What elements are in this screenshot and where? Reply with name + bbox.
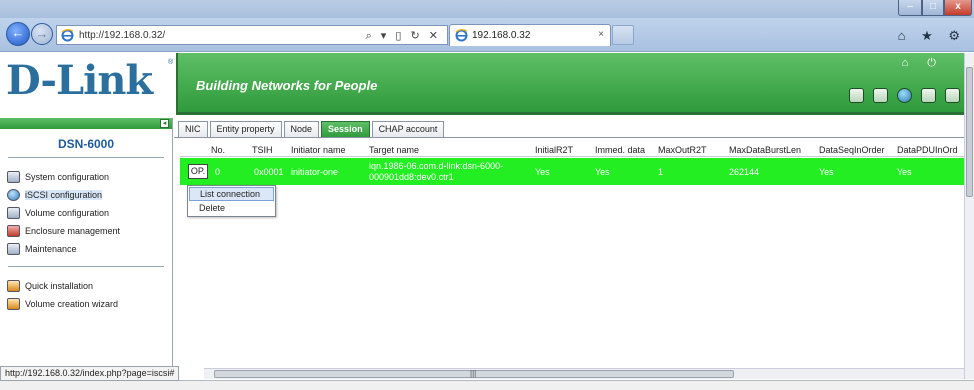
dlink-logo: D-Link [6,57,153,104]
cell-target-line1: iqn.1986-06.com.d-link:dsn-6000- [369,161,504,171]
column-header: DataSeqInOrder [819,145,885,155]
header-toolbar [849,88,960,103]
close-window-button[interactable]: x [944,0,972,16]
cell-max-data-burst-len: 262144 [729,167,760,177]
column-header: MaxOutR2T [658,145,707,155]
collapse-sidebar-icon[interactable]: ◂ [160,119,169,128]
minimize-button[interactable]: – [898,0,922,16]
home-logout-icons[interactable]: ⌂ ⏻ [902,57,944,70]
tab-underline [174,137,964,138]
scroll-grip-icon: ||| [470,369,477,378]
cell-initial-r2t: Yes [535,167,550,177]
cell-tsih: 0x0001 [254,167,284,177]
horizontal-scroll-thumb[interactable]: ||| [214,369,734,378]
tab-bar: NIC Entity property Node Session CHAP ac… [178,121,445,137]
op-button[interactable]: OP. [188,164,208,179]
tab-close-icon[interactable]: × [598,29,604,40]
ie-logo-icon [455,29,468,42]
session-table: No. TSIH Initiator name Target name Init… [180,142,964,185]
cell-max-out-r2t: 1 [658,167,664,177]
sidebar-item-maintenance[interactable]: Maintenance [0,240,172,258]
main-content: NIC Entity property Node Session CHAP ac… [174,118,964,380]
column-header: Target name [369,145,420,155]
op-dropdown-menu: List connection Delete [187,185,276,217]
storage-icon[interactable] [849,88,864,103]
cell-data-seq-in-order: Yes [819,167,834,177]
sidebar-item-system-configuration[interactable]: System configuration [0,168,172,186]
cell-immed-data: Yes [595,167,610,177]
column-header: No. [211,145,226,155]
save-icon[interactable] [921,88,936,103]
sidebar: ◂ DSN-6000 System configuration iSCSI co… [0,118,173,380]
sidebar-item-iscsi-configuration[interactable]: iSCSI configuration [0,186,172,204]
sidebar-item-quick-installation[interactable]: Quick installation [0,277,172,295]
page-header: D-Link ® Building Networks for People ⌂ … [0,53,964,115]
vertical-scrollbar[interactable] [964,53,974,379]
table-header: No. TSIH Initiator name Target name Init… [180,142,964,157]
address-bar[interactable]: http://192.168.0.32/ ⌕ ▾ ▯ ↻ ✕ [56,25,448,45]
tab-node[interactable]: Node [283,121,320,137]
tab-session[interactable]: Session [321,121,370,137]
vertical-scroll-thumb[interactable] [966,67,973,197]
logo-registered-mark: ® [168,59,174,66]
tab-nic[interactable]: NIC [178,121,208,137]
volume-icon [7,207,20,219]
column-header: Immed. data [595,145,646,155]
header-tagline: Building Networks for People [196,78,378,93]
forward-button[interactable]: → [31,23,53,45]
sidebar-item-enclosure-management[interactable]: Enclosure management [0,222,172,240]
sidebar-topbar: ◂ [0,118,172,129]
horizontal-scrollbar[interactable]: ||| [204,368,964,379]
cell-initiator: initiator-one [291,167,339,177]
menu-item-list-connection[interactable]: List connection [189,187,274,201]
browser-toolbar-icons[interactable]: ⌂ ★ ⚙ [898,28,966,44]
monitor-icon[interactable] [873,88,888,103]
volume-wizard-icon [7,298,20,310]
enclosure-icon [7,225,20,237]
cell-data-pdu-in-order: Yes [897,167,912,177]
status-bar [0,380,974,390]
column-header: InitialR2T [535,145,574,155]
maximize-button[interactable]: □ [922,0,944,16]
sidebar-divider [8,266,164,267]
tab-chap-account[interactable]: CHAP account [371,121,445,137]
new-tab-button[interactable] [612,25,634,45]
browser-tab[interactable]: 192.168.0.32 × [449,24,611,46]
column-header: MaxDataBurstLen [729,145,802,155]
tab-title: 192.168.0.32 [472,30,531,41]
device-name: DSN-6000 [57,137,115,151]
cell-target-line2: 000901dd8:dev0.ctr1 [369,172,454,182]
table-row[interactable]: OP. 0 0x0001 initiator-one iqn.1986-06.c… [180,158,964,185]
tab-entity-property[interactable]: Entity property [209,121,282,137]
status-url: http://192.168.0.32/index.php?page=iscsi… [0,366,180,381]
maintenance-icon [7,243,20,255]
quick-install-icon [7,280,20,292]
address-url: http://192.168.0.32/ [79,30,166,41]
window-titlebar: – □ x [0,0,974,18]
logo-container: D-Link ® [0,53,178,115]
iscsi-icon [7,189,20,201]
sidebar-item-volume-creation-wizard[interactable]: Volume creation wizard [0,295,172,313]
back-button[interactable]: ← [6,22,30,46]
browser-navbar: ← → http://192.168.0.32/ ⌕ ▾ ▯ ↻ ✕ 192.1… [0,18,974,52]
column-header: TSIH [252,145,273,155]
address-tools[interactable]: ⌕ ▾ ▯ ↻ ✕ [366,29,441,43]
ie-logo-icon [61,29,74,42]
sidebar-item-volume-configuration[interactable]: Volume configuration [0,204,172,222]
cell-no: 0 [215,167,221,177]
refresh-icon[interactable] [897,88,912,103]
column-header: DataPDUInOrd [897,145,958,155]
menu-item-delete[interactable]: Delete [189,202,274,216]
system-config-icon [7,171,20,183]
system-icon[interactable] [945,88,960,103]
column-header: Initiator name [291,145,346,155]
